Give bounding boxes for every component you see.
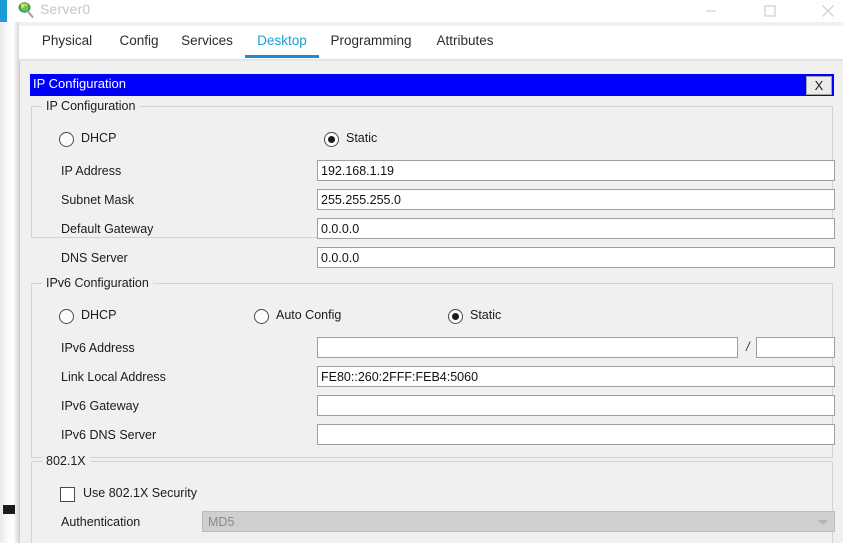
ipv4-mode-dhcp-label: DHCP — [81, 131, 117, 145]
tab-programming[interactable]: Programming — [321, 26, 421, 60]
ipv6-configuration-group: IPv6 Configuration DHCP Auto Config Stat… — [31, 276, 835, 458]
packet-tracer-device-window: Server0 Physical Config Services Desktop — [0, 0, 843, 543]
ipv6-mode-autoconfig-label: Auto Config — [276, 308, 342, 322]
dialog-titlebar: IP Configuration X — [30, 74, 834, 96]
chevron-down-icon — [818, 520, 828, 525]
radio-checked-icon — [448, 309, 463, 324]
close-icon[interactable] — [807, 0, 843, 21]
maximize-icon[interactable] — [749, 0, 791, 21]
dns-server-input[interactable] — [317, 247, 835, 268]
default-gateway-label: Default Gateway — [61, 222, 154, 236]
tab-services[interactable]: Services — [171, 26, 243, 60]
server-device-icon — [16, 0, 36, 20]
tab-desktop-label: Desktop — [257, 33, 307, 48]
radio-unchecked-icon — [59, 132, 74, 147]
tab-attributes[interactable]: Attributes — [423, 26, 507, 60]
ipv4-configuration-group: IP Configuration DHCP Static IP Address … — [31, 99, 835, 268]
ipv4-mode-static-label: Static — [346, 131, 378, 145]
window-title: Server0 — [40, 1, 91, 17]
checkbox-unchecked-icon — [60, 487, 75, 502]
tab-desktop[interactable]: Desktop — [245, 26, 319, 60]
dns-server-label: DNS Server — [61, 251, 128, 265]
minimize-icon[interactable] — [690, 0, 732, 21]
window-titlebar: Server0 — [0, 0, 843, 22]
tab-config-label: Config — [119, 33, 159, 48]
subnet-mask-input[interactable] — [317, 189, 835, 210]
tab-physical-label: Physical — [41, 33, 93, 48]
ipv6-prefix-length-input[interactable] — [756, 337, 835, 358]
desktop-scrollbar[interactable] — [0, 22, 19, 543]
tab-programming-label: Programming — [330, 33, 412, 48]
radio-unchecked-icon — [254, 309, 269, 324]
scrollbar-thumb[interactable] — [3, 505, 15, 514]
link-local-address-label: Link Local Address — [61, 370, 166, 384]
ip-address-input[interactable] — [317, 160, 835, 181]
authentication-selected-value: MD5 — [208, 515, 235, 529]
ipv6-prefix-separator: / — [746, 339, 750, 354]
ipv6-dns-server-label: IPv6 DNS Server — [61, 428, 157, 442]
radio-unchecked-icon — [59, 309, 74, 324]
dialog-close-button[interactable]: X — [806, 76, 832, 95]
tab-active-underline — [245, 55, 319, 58]
tab-services-label: Services — [181, 33, 233, 48]
use-dot1x-security-label: Use 802.1X Security — [83, 486, 197, 500]
dot1x-group: 802.1X Use 802.1X Security Authenticatio… — [31, 454, 835, 543]
ipv6-mode-dhcp-label: DHCP — [81, 308, 117, 322]
ipv6-gateway-input[interactable] — [317, 395, 835, 416]
ipv6-gateway-label: IPv6 Gateway — [61, 399, 139, 413]
authentication-label: Authentication — [61, 515, 141, 529]
window-accent-stripe — [0, 0, 7, 22]
authentication-select[interactable]: MD5 — [202, 511, 835, 532]
ip-configuration-panel: IP Configuration X IP Configuration DHCP… — [19, 60, 843, 543]
ipv6-mode-static-label: Static — [470, 308, 502, 322]
ip-address-label: IP Address — [61, 164, 122, 178]
tab-physical[interactable]: Physical — [31, 26, 103, 60]
dot1x-group-legend: 802.1X — [42, 454, 90, 468]
ipv6-dns-server-input[interactable] — [317, 424, 835, 445]
ipv4-group-legend: IP Configuration — [42, 99, 140, 113]
ipv6-address-input[interactable] — [317, 337, 738, 358]
ipv6-group-legend: IPv6 Configuration — [42, 276, 153, 290]
device-tabbar: Physical Config Services Desktop Program… — [19, 26, 843, 60]
ipv6-address-label: IPv6 Address — [61, 341, 135, 355]
default-gateway-input[interactable] — [317, 218, 835, 239]
tab-attributes-label: Attributes — [436, 33, 494, 48]
tab-config[interactable]: Config — [109, 26, 169, 60]
dialog-title: IP Configuration — [33, 76, 126, 91]
link-local-address-input[interactable] — [317, 366, 835, 387]
subnet-mask-label: Subnet Mask — [61, 193, 134, 207]
radio-checked-icon — [324, 132, 339, 147]
